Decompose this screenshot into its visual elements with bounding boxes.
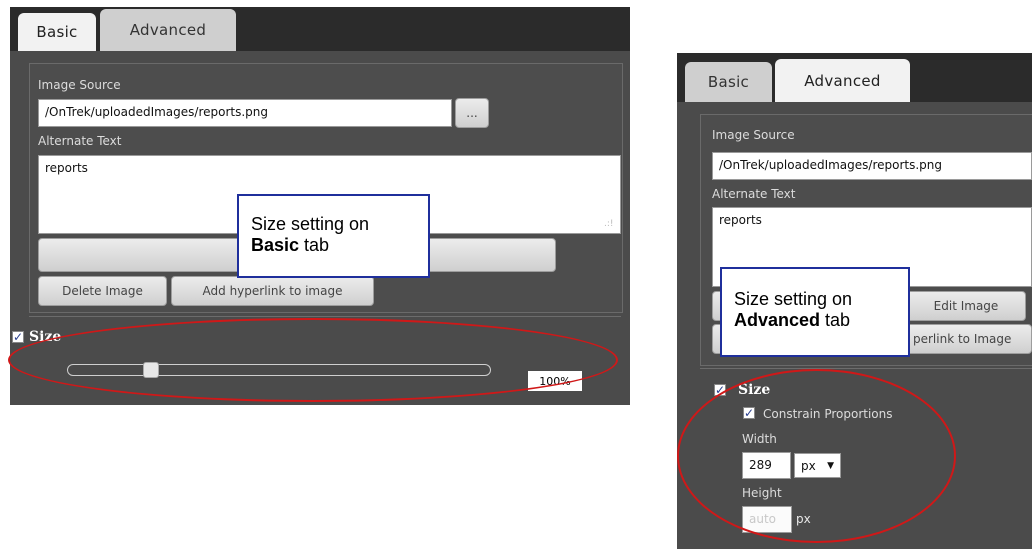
left-add-hyperlink-button[interactable]: Add hyperlink to image [171, 276, 374, 306]
left-divider [29, 316, 621, 317]
left-tab-advanced[interactable]: Advanced [100, 9, 236, 51]
basic-callout-tail: tab [299, 235, 330, 255]
left-alt-text-value: reports [45, 161, 88, 175]
left-alt-text-label: Alternate Text [38, 134, 122, 148]
height-input[interactable]: auto [742, 506, 792, 533]
right-size-label: Size [738, 382, 771, 398]
width-label: Width [742, 432, 777, 446]
right-edit-image-button[interactable]: Edit Image [906, 291, 1026, 321]
right-image-source-label: Image Source [712, 128, 795, 142]
advanced-callout-tail: tab [820, 310, 851, 330]
width-unit-select[interactable]: px ▼ [794, 453, 841, 478]
left-delete-image-button[interactable]: Delete Image [38, 276, 167, 306]
basic-callout-line2: Basic tab [251, 235, 416, 256]
width-unit-value: px [801, 458, 816, 473]
constrain-proportions-label: Constrain Proportions [763, 407, 893, 421]
width-input[interactable]: 289 [742, 452, 791, 479]
right-hyperlink-button-text[interactable]: perlink to Image [906, 324, 1032, 354]
left-browse-button[interactable]: ... [455, 98, 489, 128]
left-image-source-input[interactable]: /OnTrek/uploadedImages/reports.png [38, 99, 452, 127]
left-size-label: Size [29, 329, 62, 345]
left-image-source-label: Image Source [38, 78, 121, 92]
right-alt-text-label: Alternate Text [712, 187, 796, 201]
left-size-checkbox[interactable]: ✓ [12, 331, 24, 343]
advanced-callout-bold: Advanced [734, 310, 821, 330]
height-unit-label: px [796, 512, 811, 526]
right-size-checkbox[interactable]: ✓ [714, 384, 726, 396]
chevron-down-icon: ▼ [827, 460, 834, 471]
left-resize-handle-icon[interactable]: .:! [604, 219, 614, 229]
advanced-callout-line1: Size setting on [734, 289, 853, 309]
right-tab-advanced[interactable]: Advanced [775, 59, 910, 102]
right-tab-basic[interactable]: Basic [685, 62, 772, 102]
right-image-source-input[interactable]: /OnTrek/uploadedImages/reports.png [712, 152, 1032, 180]
basic-callout-line1: Size setting on [251, 214, 370, 234]
right-divider [700, 368, 1032, 369]
right-alt-text-value: reports [719, 213, 762, 227]
left-tab-basic[interactable]: Basic [18, 13, 96, 51]
left-size-slider-thumb[interactable] [143, 362, 159, 378]
left-size-percent: 100% [528, 371, 582, 391]
height-label: Height [742, 486, 782, 500]
constrain-proportions-checkbox[interactable]: ✓ [743, 407, 755, 419]
advanced-callout-line2: Advanced tab [734, 310, 896, 331]
basic-callout-bold: Basic [251, 235, 300, 255]
basic-callout: Size setting on Basic tab [237, 194, 430, 278]
left-size-slider[interactable] [67, 364, 491, 376]
advanced-callout: Size setting on Advanced tab [720, 267, 910, 357]
